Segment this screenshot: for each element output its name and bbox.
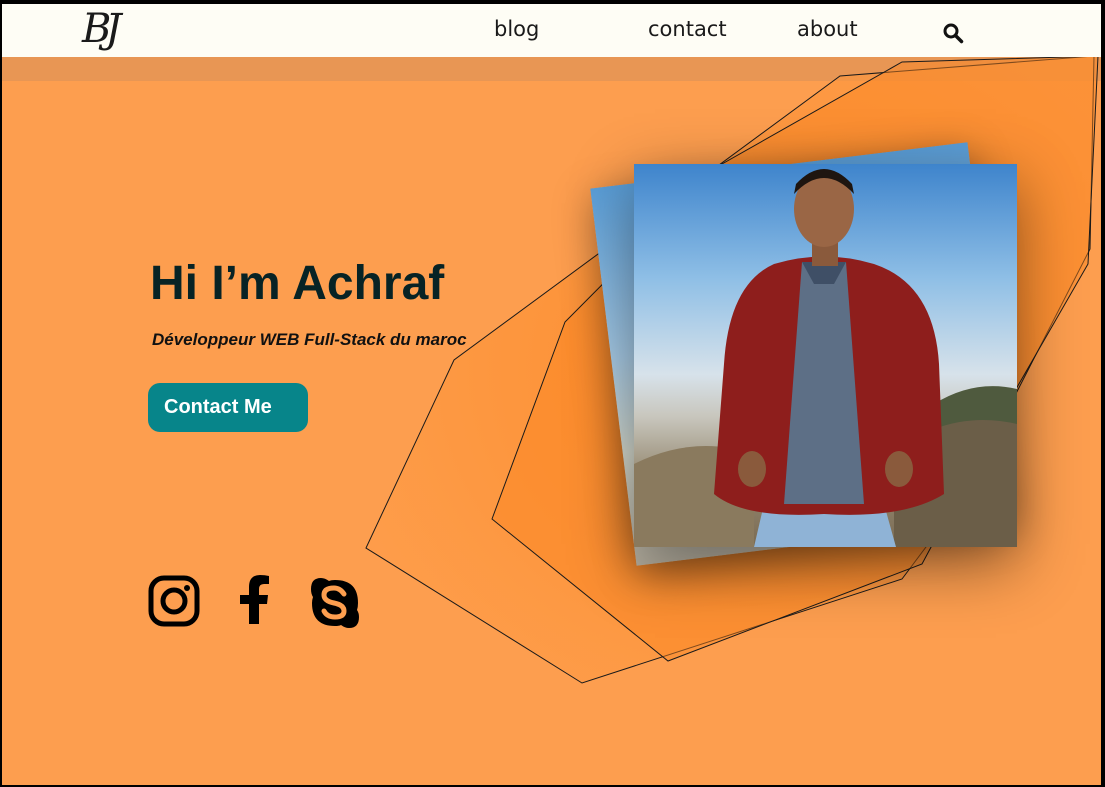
search-icon[interactable] — [942, 22, 964, 44]
hero-title: Hi I’m Achraf — [150, 257, 445, 310]
facebook-icon[interactable] — [234, 574, 274, 628]
nav-link-contact[interactable]: contact — [648, 17, 727, 41]
logo[interactable]: BJ — [82, 6, 122, 52]
nav-link-blog[interactable]: blog — [494, 17, 539, 41]
contact-me-button[interactable]: Contact Me — [148, 383, 308, 432]
skype-icon[interactable] — [307, 574, 363, 632]
hero-subtitle: Développeur WEB Full-Stack du maroc — [152, 330, 467, 349]
instagram-icon[interactable] — [148, 574, 200, 628]
page: BJ blog contact about Hi I’m Achraf Déve… — [2, 4, 1101, 785]
portrait-illustration — [634, 169, 1017, 547]
navbar: BJ blog contact about — [2, 4, 1101, 57]
nav-link-about[interactable]: about — [797, 17, 858, 41]
profile-photo — [634, 164, 1017, 547]
